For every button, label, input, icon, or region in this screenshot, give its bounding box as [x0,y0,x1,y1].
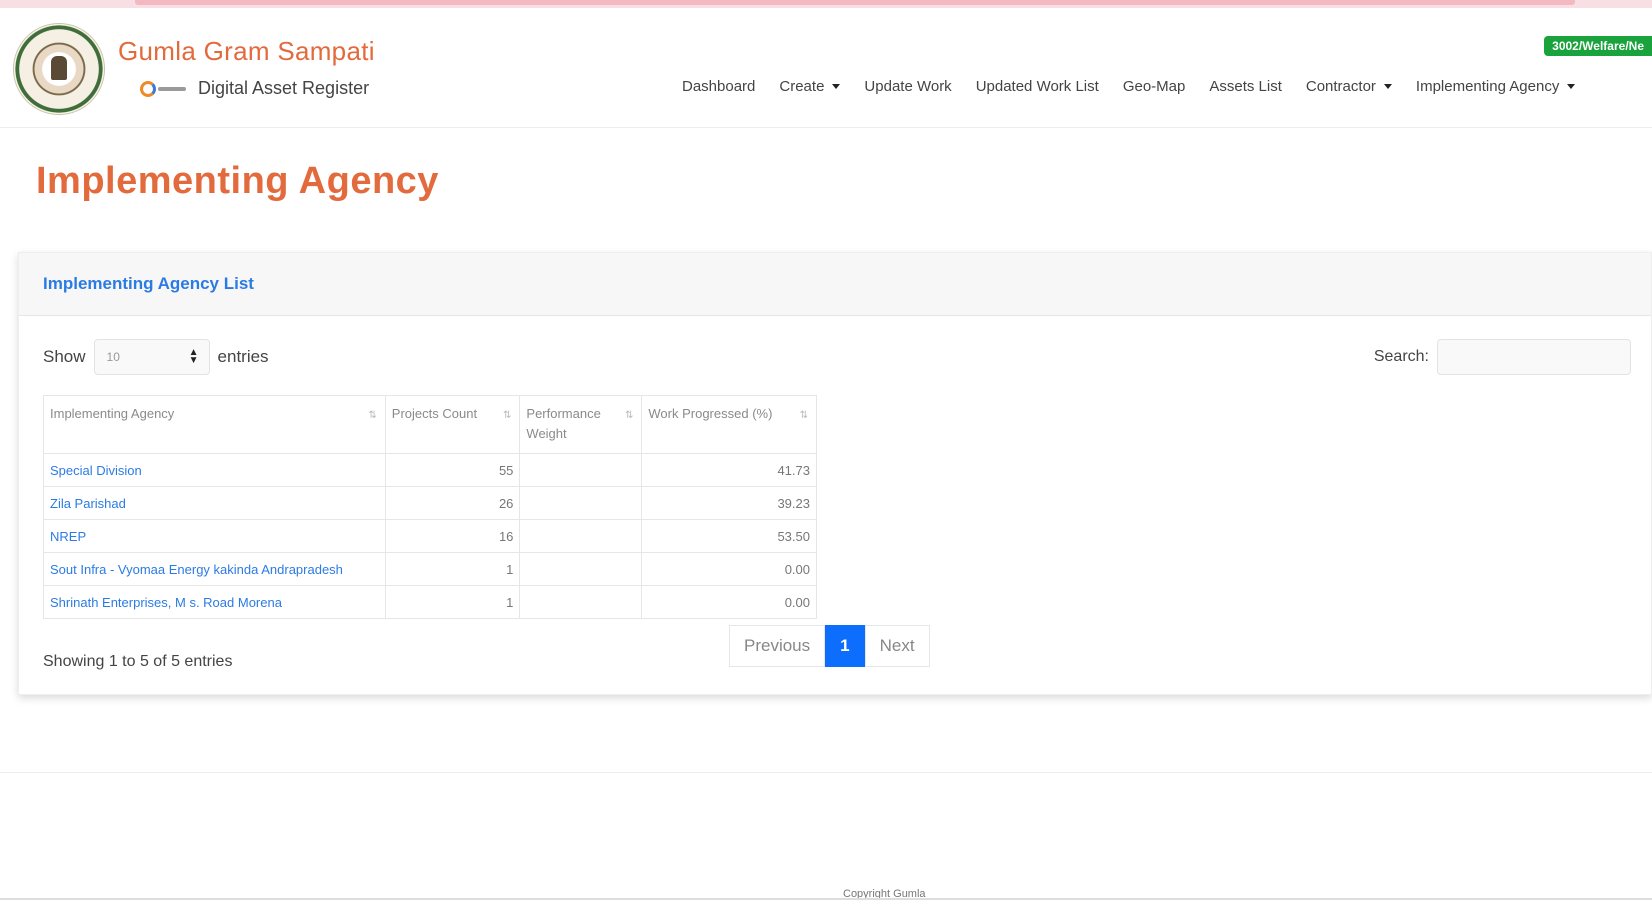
show-label: Show [43,347,86,366]
page-1-button[interactable]: 1 [825,625,865,667]
projects-count: 1 [384,585,521,619]
table-row: Zila Parishad 26 39.23 [43,486,817,520]
page-size-select[interactable]: 10 ▲ ▼ [93,339,210,375]
table-row: Shrinath Enterprises, M s. Road Morena 1… [43,585,817,619]
swachh-bharat-icon [140,79,188,99]
user-badge: 3002/Welfare/Ne [1544,36,1652,56]
nav-assets-list-label: Assets List [1209,78,1282,95]
table-row: Special Division 55 41.73 [43,453,817,487]
nav-dashboard-label: Dashboard [682,78,756,95]
select-arrows-icon: ▲ ▼ [188,347,199,366]
footer-divider [0,772,1652,773]
next-button[interactable]: Next [864,625,930,667]
projects-count: 26 [384,486,521,520]
nav-geo-map[interactable]: Geo-Map [1111,78,1198,95]
brand-subtitle-text: Digital Asset Register [198,78,370,98]
agency-link[interactable]: NREP [43,519,386,553]
work-progressed: 53.50 [641,519,817,553]
table-info: Showing 1 to 5 of 5 entries [43,653,233,670]
pagination: Previous 1 Next [729,625,930,667]
top-accent-bar [0,0,1652,8]
header-implementing-agency[interactable]: Implementing Agency ⇅ [43,395,386,454]
nav-dashboard[interactable]: Dashboard [670,78,767,95]
main-nav: Dashboard Create Update Work Updated Wor… [670,78,1587,95]
card-title: Implementing Agency List [43,274,254,293]
entries-length-control: Show 10 ▲ ▼ entries [43,339,269,375]
brand-subtitle: Digital Asset Register [140,78,369,99]
header-work-progressed[interactable]: Work Progressed (%) ⇅ [641,395,817,454]
work-progressed: 0.00 [641,552,817,586]
previous-button[interactable]: Previous [729,625,826,667]
caret-down-icon [1383,84,1392,89]
agency-table: Implementing Agency ⇅ Projects Count ⇅ Per… [43,395,817,619]
projects-count: 55 [384,453,521,487]
sort-icon: ⇅ [799,410,808,421]
nav-updated-work-list[interactable]: Updated Work List [964,78,1111,95]
header-label: Performance Weight [526,406,601,441]
header-projects-count[interactable]: Projects Count ⇅ [384,395,521,454]
performance-weight [519,585,643,619]
nav-updated-work-list-label: Updated Work List [975,78,1099,95]
sort-icon: ⇅ [625,410,634,421]
agency-link[interactable]: Sout Infra - Vyomaa Energy kakinda Andra… [43,552,386,586]
nav-contractor-label: Contractor [1305,78,1376,95]
card-header: Implementing Agency List [19,253,1651,316]
performance-weight [519,453,643,487]
projects-count: 16 [384,519,521,553]
header-performance-weight[interactable]: Performance Weight ⇅ [519,395,643,454]
header-label: Projects Count [391,406,478,421]
performance-weight [519,552,643,586]
sort-icon: ⇅ [503,410,512,421]
page-size-value: 10 [106,350,120,364]
table-row: Sout Infra - Vyomaa Energy kakinda Andra… [43,552,817,586]
work-progressed: 0.00 [641,585,817,619]
agency-link[interactable]: Shrinath Enterprises, M s. Road Morena [43,585,386,619]
page-title: Implementing Agency [36,160,439,202]
table-row: NREP 16 53.50 [43,519,817,553]
agency-link[interactable]: Special Division [43,453,386,487]
agency-link[interactable]: Zila Parishad [43,486,386,520]
nav-geo-map-label: Geo-Map [1122,78,1186,95]
top-accent-bar-inner [135,0,1575,5]
performance-weight [519,486,643,520]
site-header: Gumla Gram Sampati Digital Asset Registe… [0,8,1652,128]
search-label: Search: [1373,348,1429,365]
nav-assets-list[interactable]: Assets List [1197,78,1294,95]
nav-contractor[interactable]: Contractor [1294,78,1404,95]
projects-count: 1 [384,552,521,586]
header-label: Work Progressed (%) [648,406,773,421]
brand-title[interactable]: Gumla Gram Sampati [118,36,375,67]
performance-weight [519,519,643,553]
sort-icon: ⇅ [368,410,377,421]
caret-down-icon [832,84,841,89]
nav-update-work[interactable]: Update Work [852,78,963,95]
nav-implementing-agency[interactable]: Implementing Agency [1404,78,1587,95]
work-progressed: 41.73 [641,453,817,487]
agency-list-card: Implementing Agency List Show 10 ▲ ▼ entr… [18,252,1652,695]
entries-label: entries [217,347,269,366]
gumla-emblem-logo[interactable] [14,24,104,114]
search-input[interactable] [1437,339,1631,375]
emblem-icon [51,56,67,80]
nav-create[interactable]: Create [767,78,852,95]
nav-update-work-label: Update Work [864,78,952,95]
table-header-row: Implementing Agency ⇅ Projects Count ⇅ Per… [43,395,817,454]
caret-down-icon [1567,84,1576,89]
work-progressed: 39.23 [641,486,817,520]
nav-create-label: Create [779,78,825,95]
header-label: Implementing Agency [50,406,175,421]
search-control: Search: [1374,339,1631,375]
nav-implementing-agency-label: Implementing Agency [1415,78,1560,95]
